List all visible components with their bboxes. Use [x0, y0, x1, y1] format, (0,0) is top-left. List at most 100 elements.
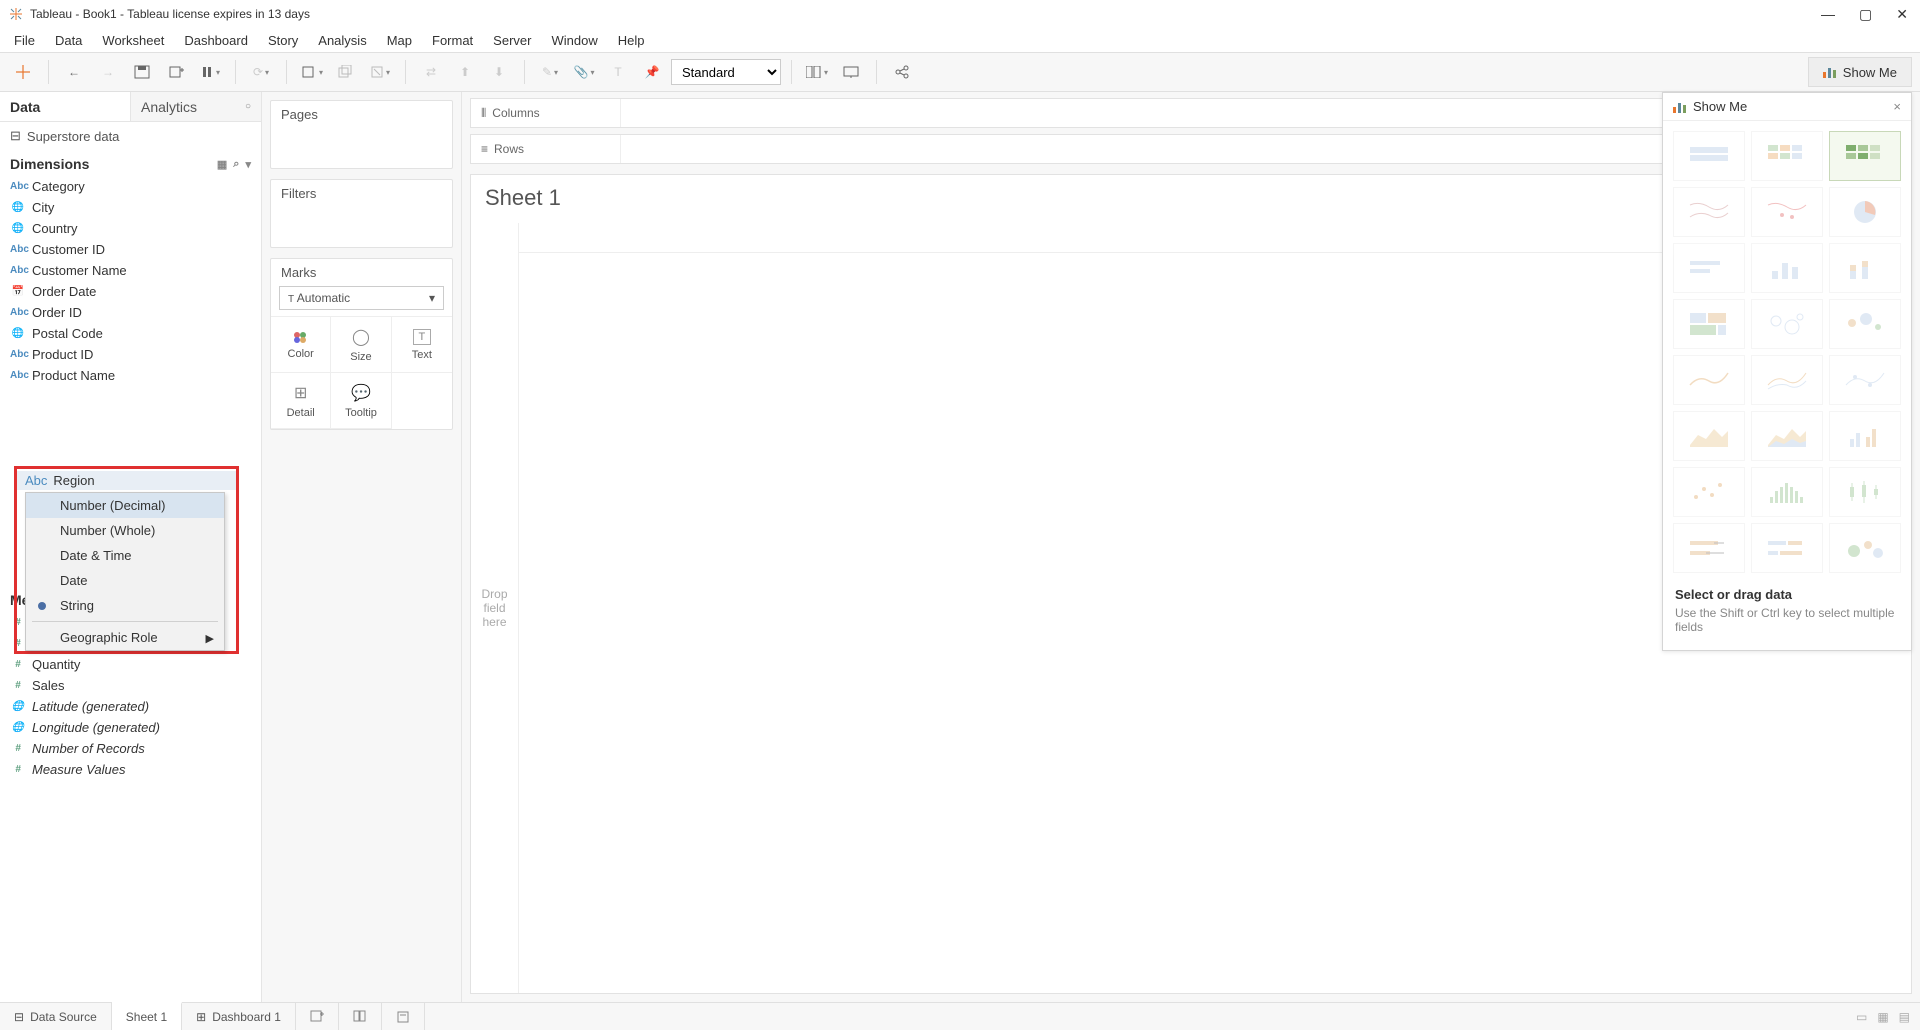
field-item[interactable]: #Quantity — [0, 654, 261, 675]
pin-icon[interactable]: 📌 — [637, 58, 667, 86]
tableau-start-icon[interactable] — [8, 58, 38, 86]
cm-number-whole[interactable]: Number (Whole) — [26, 518, 224, 543]
marks-text-button[interactable]: TText — [392, 317, 452, 373]
cm-date[interactable]: Date — [26, 568, 224, 593]
show-me-chart-type[interactable] — [1673, 523, 1745, 573]
new-worksheet-icon[interactable] — [297, 58, 327, 86]
sheet-list-icon[interactable]: ▤ — [1899, 1010, 1910, 1024]
menu-map[interactable]: Map — [379, 31, 420, 50]
cm-geographic-role[interactable]: Geographic Role▶ — [26, 625, 224, 650]
datasource-item[interactable]: ⊟ Superstore data — [0, 122, 261, 150]
new-dashboard-tab[interactable] — [339, 1003, 382, 1030]
analytics-tab[interactable]: Analytics○ — [130, 92, 261, 121]
clear-icon[interactable] — [365, 58, 395, 86]
swap-icon[interactable]: ⇄ — [416, 58, 446, 86]
group-icon[interactable]: 📎 — [569, 58, 599, 86]
pages-shelf[interactable]: Pages — [270, 100, 453, 169]
show-me-chart-type[interactable] — [1673, 467, 1745, 517]
show-me-chart-type[interactable] — [1751, 467, 1823, 517]
field-item[interactable]: AbcProduct Name — [0, 365, 261, 386]
field-region[interactable]: Abc Region — [17, 471, 236, 490]
label-icon[interactable]: T — [603, 58, 633, 86]
show-me-chart-type[interactable] — [1829, 299, 1901, 349]
datasource-tab[interactable]: ⊟Data Source — [0, 1003, 112, 1030]
save-icon[interactable] — [127, 58, 157, 86]
menu-icon[interactable]: ▾ — [245, 158, 251, 171]
show-me-chart-type[interactable] — [1751, 355, 1823, 405]
cm-string[interactable]: String — [26, 593, 224, 618]
menu-worksheet[interactable]: Worksheet — [94, 31, 172, 50]
field-item[interactable]: #Measure Values — [0, 759, 261, 780]
sort-desc-icon[interactable]: ⬇ — [484, 58, 514, 86]
field-item[interactable]: 🌐Longitude (generated) — [0, 717, 261, 738]
mark-type-dropdown[interactable]: T Automatic▾ — [279, 286, 444, 310]
share-icon[interactable] — [887, 58, 917, 86]
pause-auto-updates-icon[interactable] — [195, 58, 225, 86]
menu-dashboard[interactable]: Dashboard — [176, 31, 256, 50]
duplicate-icon[interactable] — [331, 58, 361, 86]
sheet-sorter-icon[interactable]: ▦ — [1877, 1010, 1888, 1024]
field-item[interactable]: #Number of Records — [0, 738, 261, 759]
data-tab[interactable]: Data — [0, 92, 130, 121]
filmstrip-icon[interactable]: ▭ — [1856, 1010, 1867, 1024]
field-item[interactable]: AbcCustomer Name — [0, 260, 261, 281]
highlight-icon[interactable]: ✎ — [535, 58, 565, 86]
field-item[interactable]: AbcProduct ID — [0, 344, 261, 365]
marks-color-button[interactable]: Color — [271, 317, 331, 373]
show-me-chart-type[interactable] — [1751, 411, 1823, 461]
field-item[interactable]: 🌐City — [0, 197, 261, 218]
field-item[interactable]: 🌐Country — [0, 218, 261, 239]
show-me-chart-type[interactable] — [1673, 187, 1745, 237]
cm-number-decimal[interactable]: Number (Decimal) — [26, 493, 224, 518]
sheet1-tab[interactable]: Sheet 1 — [112, 1002, 182, 1030]
menu-story[interactable]: Story — [260, 31, 306, 50]
view-icon[interactable]: ▦ — [217, 158, 227, 171]
sort-asc-icon[interactable]: ⬆ — [450, 58, 480, 86]
marks-size-button[interactable]: ◯Size — [331, 317, 391, 373]
cm-date-time[interactable]: Date & Time — [26, 543, 224, 568]
menu-data[interactable]: Data — [47, 31, 90, 50]
new-worksheet-tab[interactable] — [296, 1003, 339, 1030]
show-me-chart-type[interactable] — [1673, 299, 1745, 349]
menu-analysis[interactable]: Analysis — [310, 31, 374, 50]
show-me-chart-type[interactable] — [1829, 411, 1901, 461]
menu-format[interactable]: Format — [424, 31, 481, 50]
show-me-chart-type[interactable] — [1829, 355, 1901, 405]
show-me-chart-type[interactable] — [1751, 131, 1823, 181]
filters-shelf[interactable]: Filters — [270, 179, 453, 248]
close-button[interactable]: ✕ — [1896, 6, 1908, 23]
field-item[interactable]: 📅Order Date — [0, 281, 261, 302]
field-item[interactable]: #Sales — [0, 675, 261, 696]
refresh-icon[interactable]: ⟳ — [246, 58, 276, 86]
field-item[interactable]: AbcOrder ID — [0, 302, 261, 323]
search-icon[interactable]: ⌕ — [233, 158, 239, 171]
presentation-icon[interactable] — [836, 58, 866, 86]
new-story-tab[interactable] — [382, 1003, 425, 1030]
field-item[interactable]: 🌐Postal Code — [0, 323, 261, 344]
minimize-button[interactable]: — — [1821, 6, 1835, 23]
show-me-chart-type[interactable] — [1829, 523, 1901, 573]
back-icon[interactable]: ← — [59, 58, 89, 86]
field-item[interactable]: AbcCustomer ID — [0, 239, 261, 260]
show-me-chart-type[interactable] — [1673, 243, 1745, 293]
show-me-chart-type[interactable] — [1751, 523, 1823, 573]
marks-detail-button[interactable]: ⊞Detail — [271, 373, 331, 429]
show-me-button[interactable]: Show Me — [1808, 57, 1912, 87]
show-me-chart-type[interactable] — [1751, 243, 1823, 293]
show-me-chart-type[interactable] — [1829, 467, 1901, 517]
menu-file[interactable]: File — [6, 31, 43, 50]
show-me-chart-type[interactable] — [1751, 187, 1823, 237]
maximize-button[interactable]: ▢ — [1859, 6, 1872, 23]
menu-server[interactable]: Server — [485, 31, 539, 50]
forward-icon[interactable]: → — [93, 58, 123, 86]
show-me-chart-type[interactable] — [1673, 355, 1745, 405]
field-item[interactable]: AbcCategory — [0, 176, 261, 197]
show-me-chart-type[interactable] — [1673, 131, 1745, 181]
new-datasource-icon[interactable] — [161, 58, 191, 86]
show-me-chart-type[interactable] — [1673, 411, 1745, 461]
show-me-chart-type[interactable] — [1751, 299, 1823, 349]
menu-help[interactable]: Help — [610, 31, 653, 50]
show-me-chart-type[interactable] — [1829, 131, 1901, 181]
dashboard1-tab[interactable]: ⊞Dashboard 1 — [182, 1003, 296, 1030]
field-item[interactable]: 🌐Latitude (generated) — [0, 696, 261, 717]
